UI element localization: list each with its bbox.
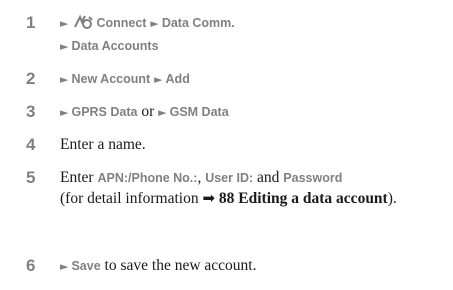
step-3: 3 ► GPRS Data or ► GSM Data — [0, 102, 453, 124]
apn-label: APN:/Phone No.: — [97, 171, 198, 185]
step-body: ► Save to save the new account. — [60, 256, 445, 277]
step-number: 3 — [26, 102, 36, 121]
new-account-label: New Account — [71, 72, 151, 86]
step-2: 2 ► New Account ► Add — [0, 69, 453, 91]
save-label: Save — [71, 259, 101, 273]
arrow-icon: ► — [60, 40, 69, 53]
arrow-icon: ► — [60, 73, 69, 86]
detail-text: (for detail information — [60, 190, 199, 207]
gsm-data-label: GSM Data — [169, 105, 229, 119]
step-number: 5 — [26, 168, 36, 187]
step-body: ► Connect ► Data Comm. ► Data Accounts — [60, 13, 445, 57]
arrow-icon: ► — [60, 260, 69, 273]
connect-icon — [73, 14, 94, 36]
and-text: and — [257, 169, 280, 186]
or-text: or — [141, 103, 155, 120]
step-text: Enter a name. — [60, 136, 146, 153]
step-body: Enter APN:/Phone No.:, User ID: and Pass… — [60, 168, 445, 209]
step-number: 6 — [26, 256, 36, 275]
step-body: ► GPRS Data or ► GSM Data — [60, 102, 445, 123]
password-label: Password — [283, 171, 343, 185]
connect-label: Connect — [96, 16, 147, 30]
step-number: 1 — [26, 13, 36, 32]
save-description: to save the new account. — [104, 257, 257, 274]
step-6: 6 ► Save to save the new account. — [0, 256, 453, 278]
arrow-icon: ► — [158, 106, 167, 119]
step-4: 4 Enter a name. — [0, 135, 453, 157]
paren-close-text: ). — [387, 190, 397, 207]
data-accounts-label: Data Accounts — [71, 39, 159, 53]
step-number: 4 — [26, 135, 36, 154]
reference-arrow-icon: ➡ — [202, 189, 216, 207]
enter-text: Enter — [60, 169, 94, 186]
arrow-icon: ► — [150, 17, 159, 30]
step-1: 1 ► Connect ► Data Comm. ► Data Accounts — [0, 13, 453, 57]
add-label: Add — [165, 72, 190, 86]
arrow-icon: ► — [154, 73, 163, 86]
step-body: Enter a name. — [60, 135, 445, 155]
arrow-icon: ► — [60, 17, 69, 30]
step-number: 2 — [26, 69, 36, 88]
step-5: 5 Enter APN:/Phone No.:, User ID: and Pa… — [0, 168, 453, 234]
data-comm-label: Data Comm. — [161, 16, 235, 30]
comma-text: , — [197, 169, 202, 186]
step-body: ► New Account ► Add — [60, 69, 445, 90]
user-id-label: User ID: — [205, 171, 254, 185]
arrow-icon: ► — [60, 106, 69, 119]
gprs-data-label: GPRS Data — [71, 105, 138, 119]
reference-link[interactable]: 88 Editing a data account — [219, 190, 388, 207]
